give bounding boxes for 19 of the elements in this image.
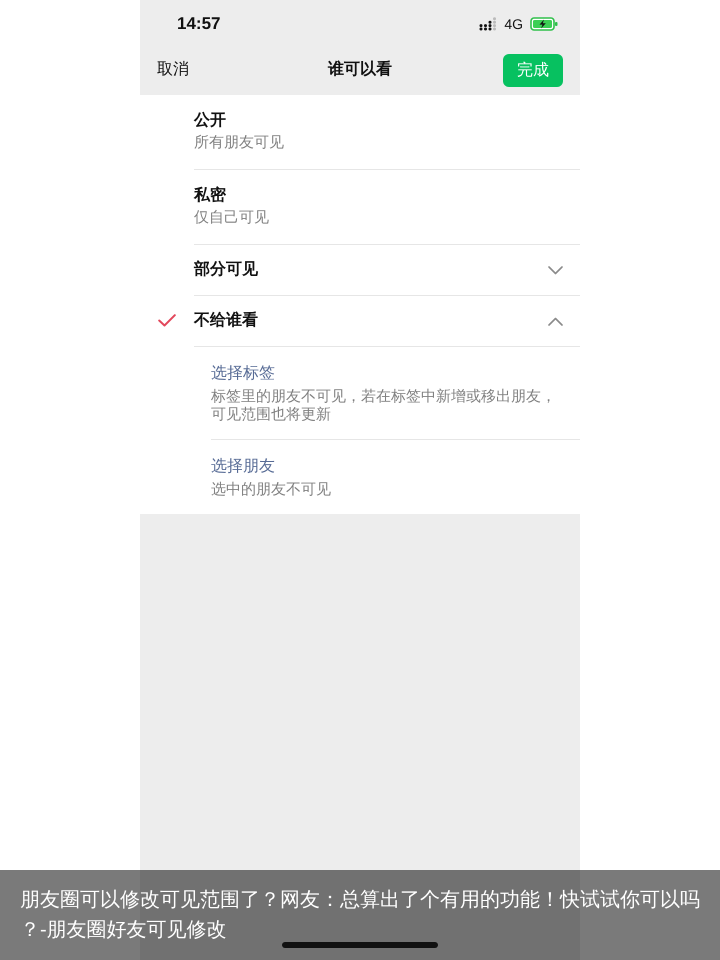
sub-option-description: 选中的朋友不可见 <box>211 481 331 499</box>
sub-option-description: 标签里的朋友不可见，若在标签中新增或移出朋友，可见范围也将更新 <box>211 388 557 424</box>
sub-option-link[interactable]: 选择朋友 <box>211 456 275 478</box>
caption-text: 朋友圈可以修改可见范围了？网友：总算出了个有用的功能！快试试你可以吗？-朋友圈好友可见修改 <box>20 888 701 943</box>
signal-icon <box>479 16 498 30</box>
option-title[interactable]: 部分可见 <box>194 259 258 281</box>
chevron-up-icon[interactable] <box>548 316 563 326</box>
option-title[interactable]: 不给谁看 <box>194 310 258 332</box>
option-title[interactable]: 公开 <box>194 110 226 132</box>
option-title[interactable]: 私密 <box>194 185 226 207</box>
nav-title: 谁可以看 <box>328 59 392 80</box>
battery-charging-icon <box>530 16 558 30</box>
option-subtitle: 所有朋友可见 <box>194 133 284 153</box>
cancel-button[interactable]: 取消 <box>157 59 189 81</box>
status-time: 14:57 <box>177 14 220 34</box>
chevron-down-icon[interactable] <box>548 266 563 274</box>
option-subtitle: 仅自己可见 <box>194 208 269 228</box>
network-type: 4G <box>504 16 523 32</box>
sub-option-link[interactable]: 选择标签 <box>211 363 275 385</box>
